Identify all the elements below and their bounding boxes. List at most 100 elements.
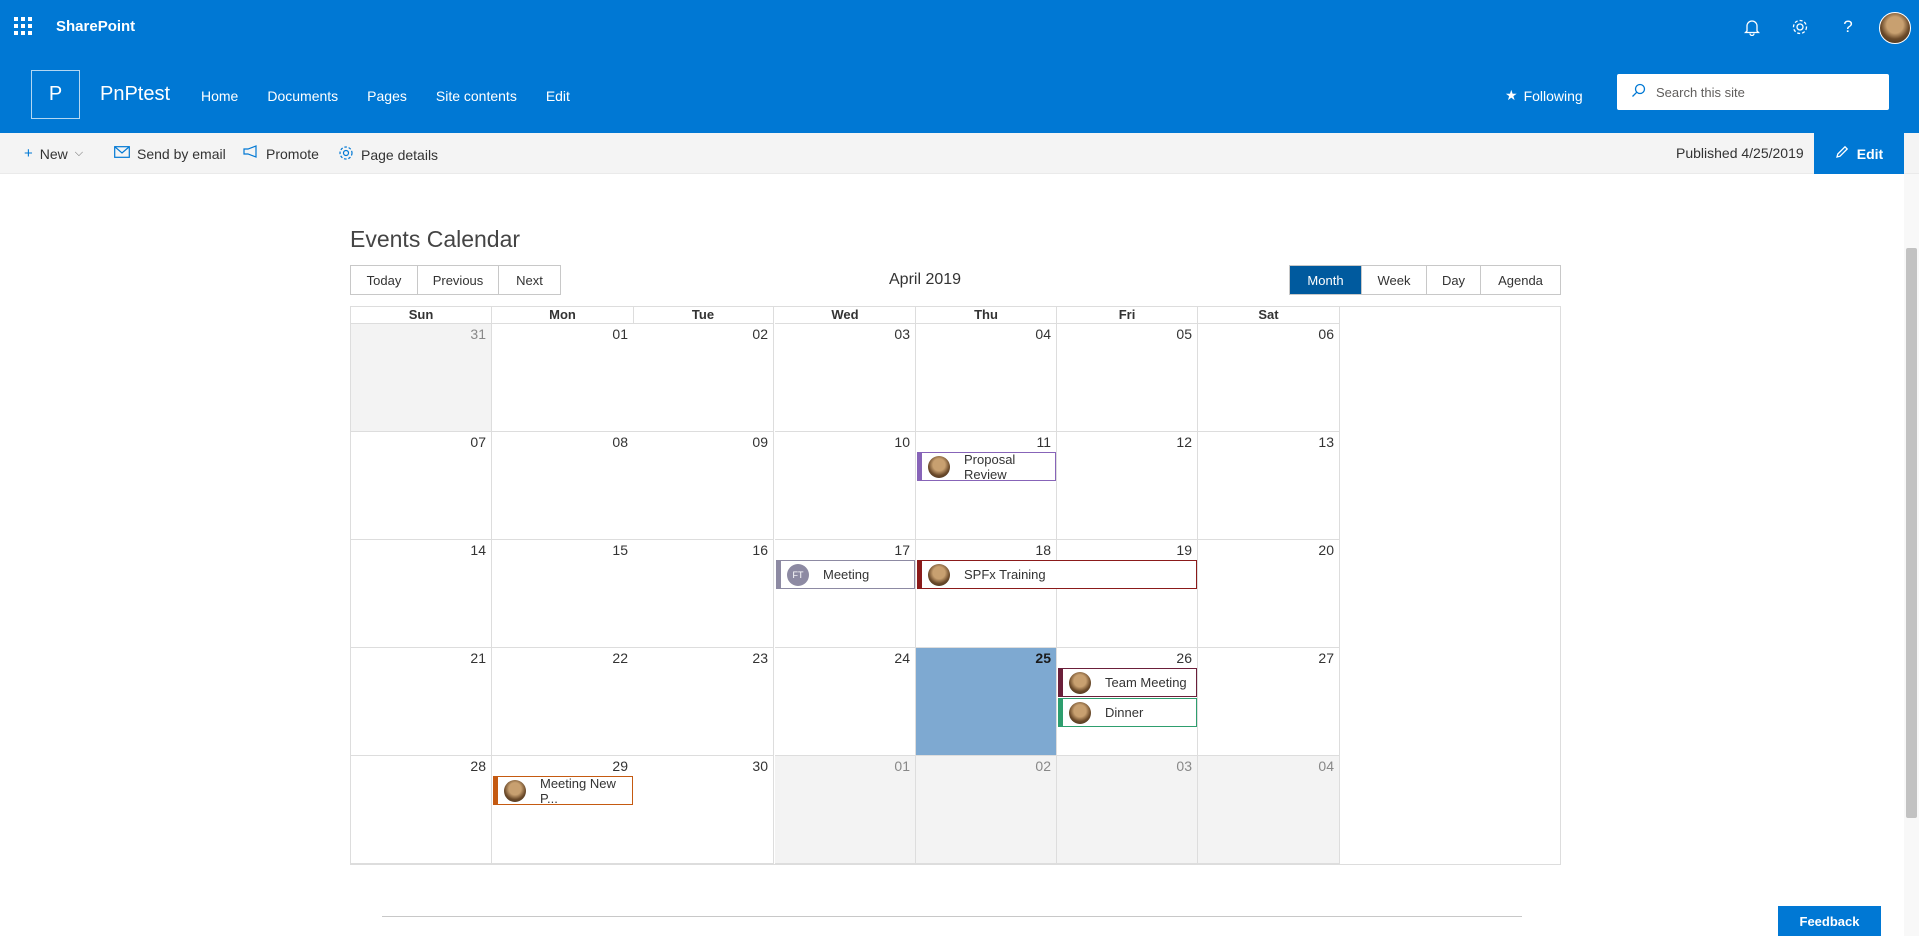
- day-number: 17: [894, 542, 910, 558]
- day-cell[interactable]: 10: [775, 432, 916, 540]
- view-day-button[interactable]: Day: [1427, 266, 1481, 294]
- day-number: 07: [470, 434, 486, 450]
- event-avatar: [504, 779, 526, 802]
- app-launcher-icon[interactable]: [14, 17, 32, 35]
- previous-button[interactable]: Previous: [418, 266, 499, 294]
- following-button[interactable]: ★ Following: [1505, 87, 1583, 104]
- chevron-down-icon: ⌵: [74, 147, 84, 159]
- event-avatar: FT: [787, 563, 809, 586]
- today-button[interactable]: Today: [351, 266, 418, 294]
- day-cell[interactable]: 21: [351, 648, 492, 756]
- site-name[interactable]: PnPtest: [100, 83, 170, 106]
- day-number: 06: [1318, 326, 1334, 342]
- day-number: 19: [1176, 542, 1192, 558]
- day-cell[interactable]: 20: [1198, 540, 1340, 648]
- day-number: 10: [894, 434, 910, 450]
- calendar-event[interactable]: SPFx Training: [917, 560, 1197, 589]
- view-week-button[interactable]: Week: [1362, 266, 1427, 294]
- day-number: 04: [1318, 758, 1334, 774]
- day-cell[interactable]: 09: [633, 432, 774, 540]
- plus-icon: +: [24, 145, 33, 162]
- nav-home[interactable]: Home: [201, 88, 238, 104]
- day-number: 31: [470, 326, 486, 342]
- calendar-event[interactable]: Meeting New P...: [493, 776, 633, 806]
- search-box[interactable]: Search this site: [1617, 74, 1889, 110]
- weekday-header: Fri: [1057, 307, 1198, 324]
- calendar-nav-buttons: Today Previous Next: [350, 265, 561, 295]
- event-title: Dinner: [1105, 705, 1144, 720]
- nav-site-contents[interactable]: Site contents: [436, 88, 517, 104]
- day-cell[interactable]: 01: [492, 324, 634, 432]
- day-cell[interactable]: 11: [916, 432, 1057, 540]
- day-cell[interactable]: 28: [351, 756, 492, 864]
- bell-icon[interactable]: [1741, 16, 1763, 38]
- month-label: April 2019: [889, 271, 962, 288]
- day-cell[interactable]: 01: [775, 756, 916, 864]
- section-divider: [382, 916, 1522, 917]
- day-number: 27: [1318, 650, 1334, 666]
- day-cell[interactable]: 03: [1057, 756, 1198, 864]
- day-cell[interactable]: 27: [1198, 648, 1340, 756]
- following-label: Following: [1523, 87, 1583, 104]
- site-logo[interactable]: P: [31, 70, 80, 119]
- day-number: 23: [752, 650, 768, 666]
- day-cell[interactable]: 04: [1198, 756, 1340, 864]
- day-cell[interactable]: 22: [492, 648, 634, 756]
- scrollbar-thumb[interactable]: [1906, 248, 1917, 818]
- day-number: 14: [470, 542, 486, 558]
- edit-page-button[interactable]: Edit: [1814, 133, 1904, 174]
- event-avatar: [928, 455, 950, 478]
- event-title: Proposal Review: [964, 451, 1016, 482]
- day-cell[interactable]: 16: [633, 540, 774, 648]
- new-button[interactable]: + New ⌵: [24, 145, 83, 162]
- day-cell[interactable]: 30: [633, 756, 774, 864]
- nav-documents[interactable]: Documents: [267, 88, 338, 104]
- day-number: 25: [1035, 650, 1051, 666]
- promote-button[interactable]: Promote: [243, 145, 319, 162]
- day-number: 20: [1318, 542, 1334, 558]
- day-cell[interactable]: 23: [633, 648, 774, 756]
- help-icon[interactable]: ?: [1837, 16, 1859, 38]
- next-button[interactable]: Next: [499, 266, 560, 294]
- day-cell[interactable]: 31: [351, 324, 492, 432]
- gear-icon[interactable]: [1789, 16, 1811, 38]
- day-cell[interactable]: 24: [775, 648, 916, 756]
- nav-edit[interactable]: Edit: [546, 88, 570, 104]
- calendar-event[interactable]: Team Meeting: [1058, 668, 1197, 697]
- nav-pages[interactable]: Pages: [367, 88, 407, 104]
- calendar-event[interactable]: Proposal Review: [917, 451, 1056, 482]
- megaphone-icon: [243, 145, 259, 162]
- day-number: 08: [612, 434, 628, 450]
- day-cell[interactable]: 29: [492, 756, 634, 864]
- day-cell[interactable]: 19: [1057, 540, 1198, 648]
- view-month-button[interactable]: Month: [1290, 266, 1362, 294]
- day-cell-today[interactable]: 25: [916, 648, 1057, 756]
- day-number: 05: [1176, 326, 1192, 342]
- page-details-button[interactable]: Page details: [338, 145, 438, 165]
- top-navigation: Home Documents Pages Site contents Edit: [201, 88, 599, 104]
- day-cell[interactable]: 04: [916, 324, 1057, 432]
- view-agenda-button[interactable]: Agenda: [1481, 266, 1560, 294]
- day-cell[interactable]: 02: [633, 324, 774, 432]
- day-number: 03: [894, 326, 910, 342]
- day-cell[interactable]: 07: [351, 432, 492, 540]
- feedback-button[interactable]: Feedback: [1778, 906, 1881, 936]
- calendar-event[interactable]: FT Meeting: [776, 560, 915, 589]
- user-avatar[interactable]: [1879, 12, 1911, 44]
- day-cell[interactable]: 18: [916, 540, 1057, 648]
- day-cell[interactable]: 05: [1057, 324, 1198, 432]
- day-number: 28: [470, 758, 486, 774]
- day-cell[interactable]: 06: [1198, 324, 1340, 432]
- day-cell[interactable]: 14: [351, 540, 492, 648]
- day-number: 18: [1035, 542, 1051, 558]
- suite-brand[interactable]: SharePoint: [56, 18, 135, 35]
- day-cell[interactable]: 02: [916, 756, 1057, 864]
- day-cell[interactable]: 08: [492, 432, 634, 540]
- day-cell[interactable]: 15: [492, 540, 634, 648]
- day-cell[interactable]: 03: [775, 324, 916, 432]
- calendar-event[interactable]: Dinner: [1058, 698, 1197, 727]
- send-by-email-button[interactable]: Send by email: [114, 145, 226, 162]
- day-cell[interactable]: 13: [1198, 432, 1340, 540]
- day-cell[interactable]: 17: [775, 540, 916, 648]
- day-cell[interactable]: 12: [1057, 432, 1198, 540]
